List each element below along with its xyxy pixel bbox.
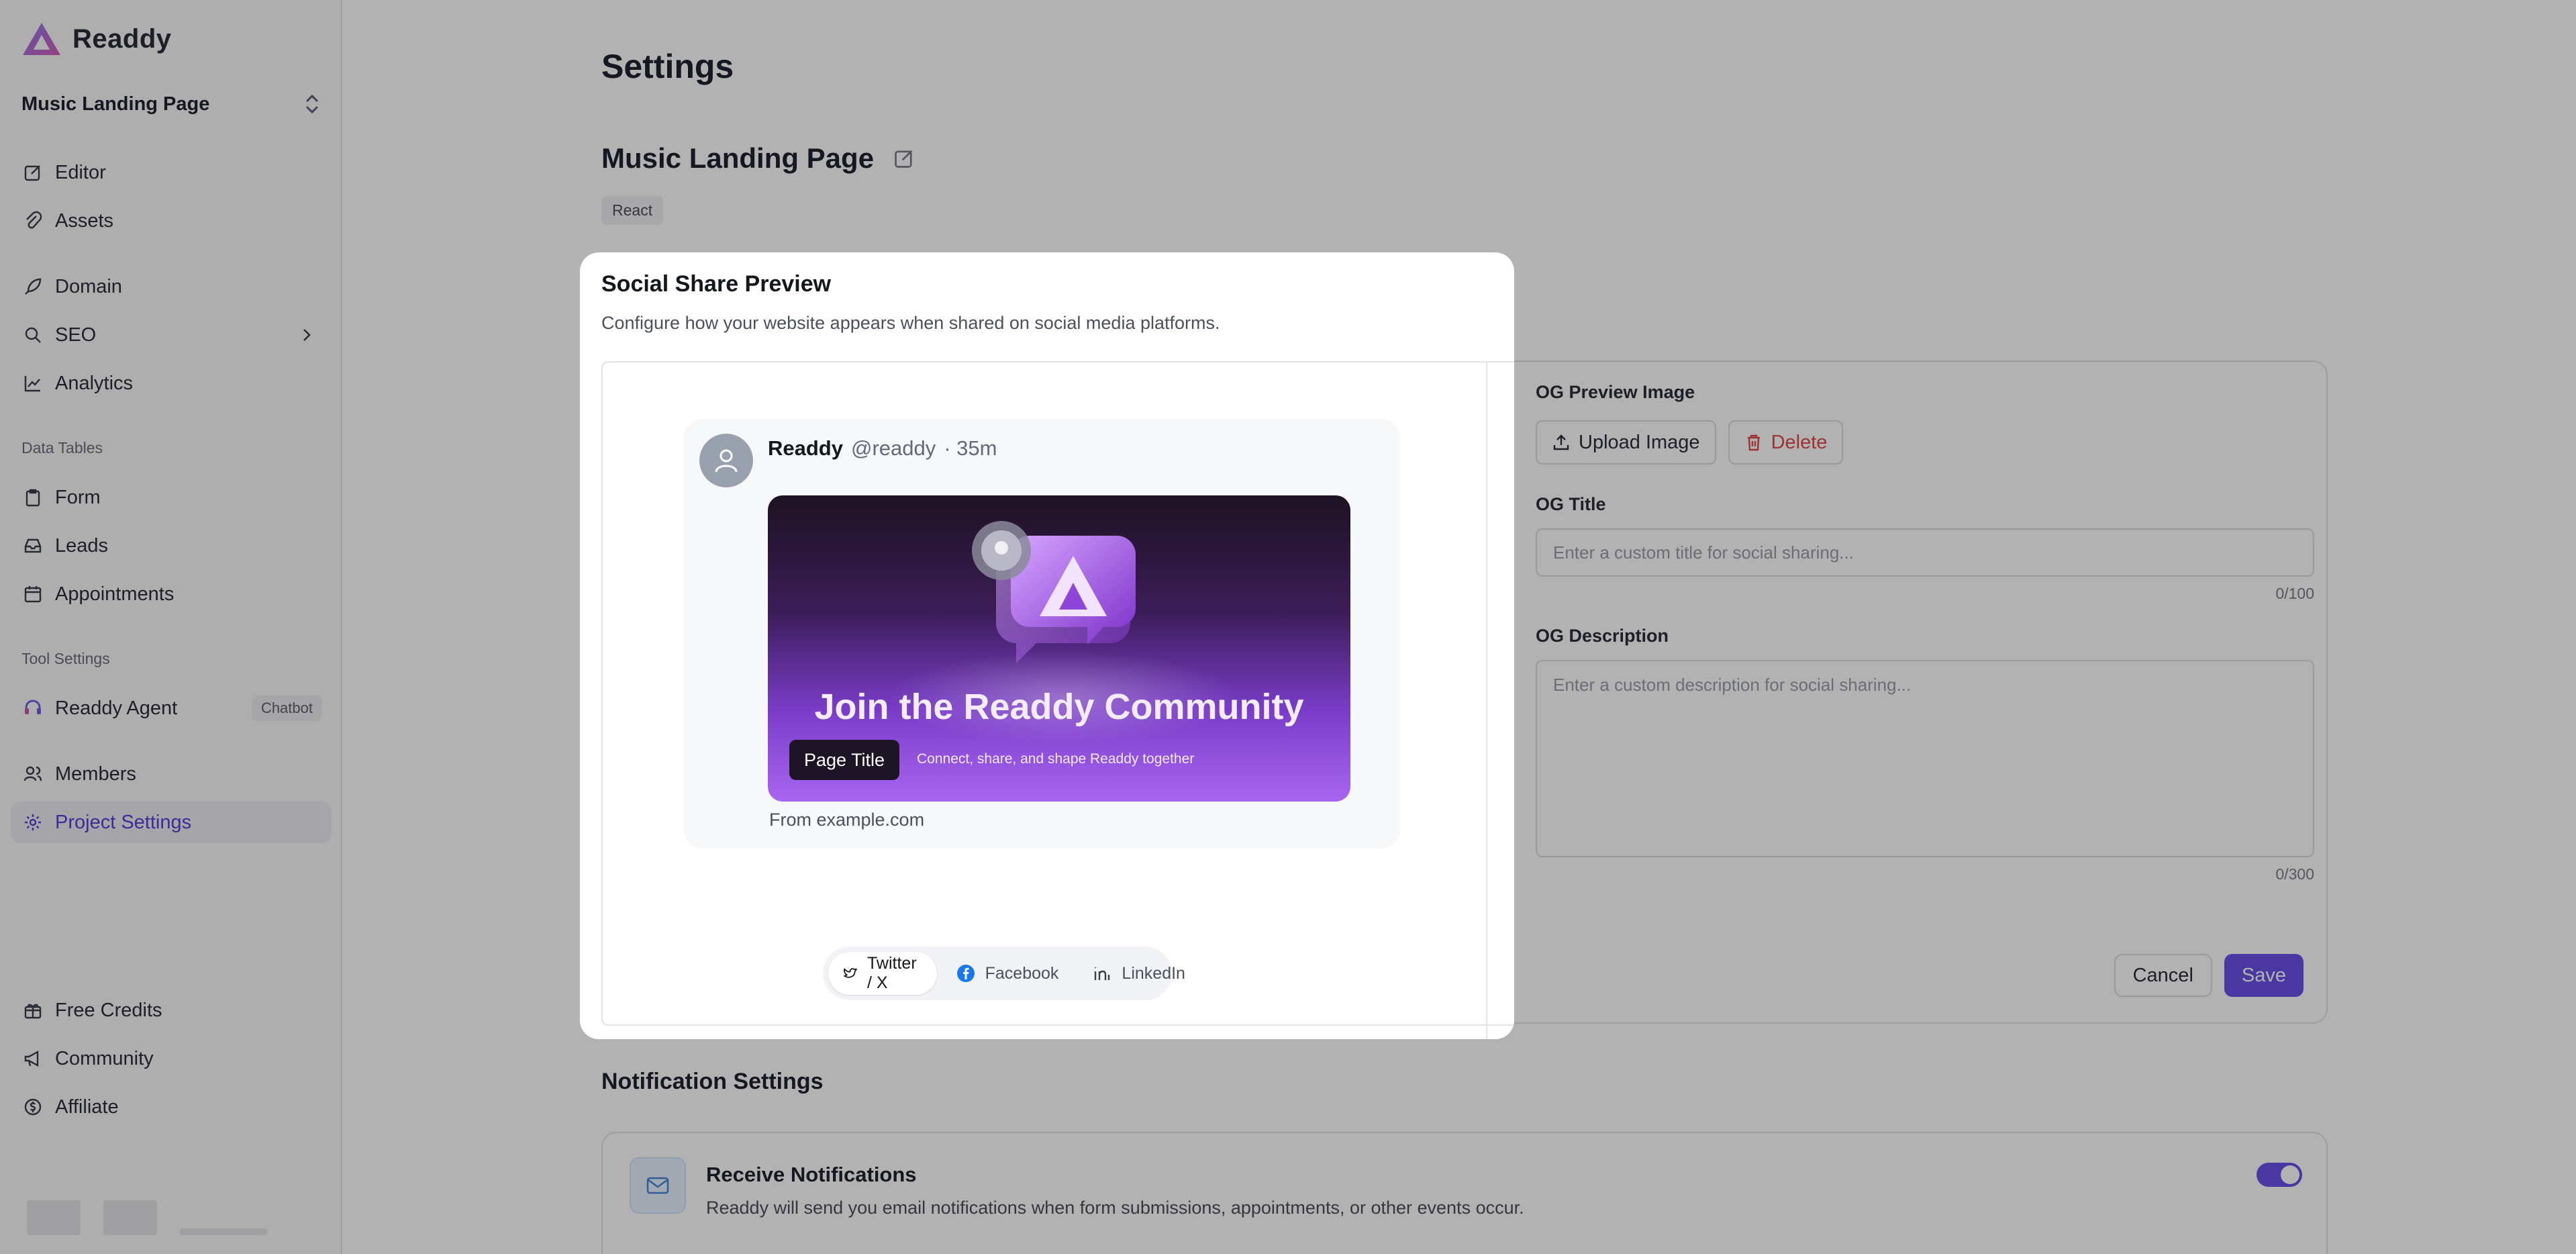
page-title-pill: Page Title	[789, 740, 900, 780]
post-time: · 35m	[944, 436, 997, 460]
modal-title: Social Share Preview	[601, 271, 832, 297]
modal-subtitle: Configure how your website appears when …	[601, 313, 1220, 333]
tab-twitter[interactable]: Twitter / X	[828, 952, 937, 995]
social-post-preview: Readdy @readdy · 35m Join the Readdy Com…	[683, 419, 1400, 849]
social-share-preview-modal: Social Share Preview Configure how your …	[580, 252, 1514, 1039]
og-headline: Join the Readdy Community	[814, 687, 1304, 727]
post-header: Readdy @readdy · 35m	[768, 436, 997, 461]
tab-facebook[interactable]: Facebook	[941, 952, 1074, 995]
tab-label: LinkedIn	[1122, 963, 1185, 983]
facebook-icon	[956, 965, 975, 982]
og-preview-image: Join the Readdy Community Page Title Con…	[768, 495, 1350, 802]
tab-linkedin[interactable]: LinkedIn	[1077, 952, 1200, 995]
user-icon	[715, 449, 738, 473]
tab-label: Twitter / X	[867, 954, 917, 992]
og-tagline: Connect, share, and shape Readdy togethe…	[917, 751, 1195, 767]
twitter-icon	[844, 968, 857, 978]
post-author: Readdy	[768, 436, 843, 460]
avatar	[699, 434, 753, 487]
community-emblem-icon	[972, 521, 1136, 663]
linkedin-icon	[1095, 967, 1110, 980]
tab-label: Facebook	[985, 963, 1059, 983]
panel-divider	[1486, 361, 1487, 1039]
app-shell: Readdy Music Landing Page Editor Assets …	[0, 0, 2576, 1254]
platform-tabs: Twitter / X Facebook LinkedIn	[823, 947, 1185, 1000]
post-source: From example.com	[769, 810, 925, 830]
post-handle: @readdy	[850, 436, 936, 460]
